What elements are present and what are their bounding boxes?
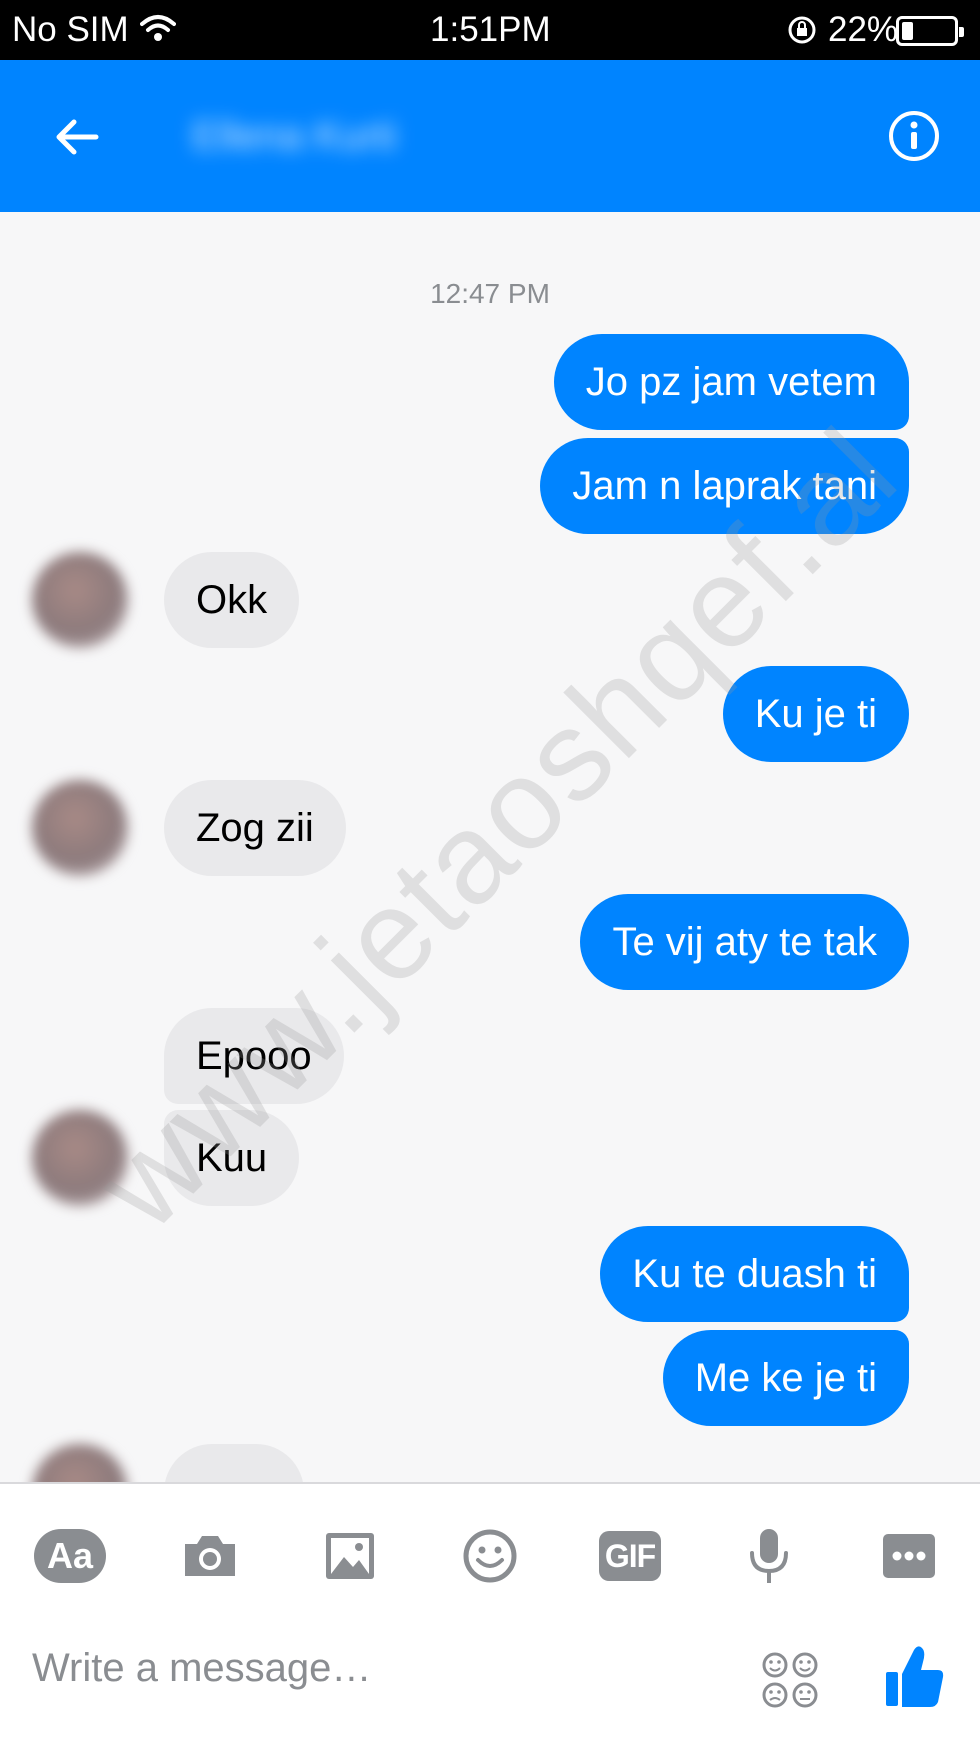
- clock: 1:51PM: [430, 10, 551, 49]
- incoming-message[interactable]: Okk: [164, 552, 300, 648]
- outgoing-message[interactable]: Jam n laprak tani: [540, 438, 909, 534]
- camera-icon: [185, 1536, 235, 1576]
- camera-button[interactable]: [174, 1526, 246, 1586]
- message-list[interactable]: 12:47 PM Jo pz jam vetem Jam n laprak ta…: [0, 212, 980, 1482]
- contact-avatar[interactable]: [32, 1444, 128, 1482]
- gallery-button[interactable]: [314, 1526, 386, 1586]
- wifi-icon: [140, 15, 176, 41]
- contact-avatar[interactable]: [32, 1110, 128, 1206]
- incoming-message[interactable]: Kuu: [164, 1110, 300, 1206]
- battery-percent: 22%: [828, 10, 899, 49]
- outgoing-message[interactable]: Te vij aty te tak: [580, 894, 909, 990]
- back-arrow-icon[interactable]: [50, 110, 104, 164]
- incoming-message[interactable]: Zog zii: [164, 780, 346, 876]
- emoji-button[interactable]: [454, 1526, 526, 1586]
- outgoing-message[interactable]: Jo pz jam vetem: [553, 334, 909, 430]
- image-icon: [326, 1533, 374, 1579]
- outgoing-message[interactable]: Ku je ti: [722, 666, 909, 762]
- battery-icon: [896, 16, 964, 46]
- smiley-icon: [463, 1529, 517, 1583]
- contact-avatar[interactable]: [32, 552, 128, 648]
- incoming-message[interactable]: Epooo: [164, 1008, 344, 1104]
- status-bar: No SIM 1:51PM 22%: [0, 0, 980, 60]
- contact-avatar[interactable]: [32, 780, 128, 876]
- conversation-header: Ellena Kurti: [0, 60, 980, 212]
- text-format-button[interactable]: Aa: [34, 1526, 106, 1586]
- contact-name[interactable]: Ellena Kurti: [192, 114, 397, 159]
- message-input[interactable]: [32, 1646, 692, 1691]
- rotation-lock-icon: [788, 16, 816, 44]
- gif-button[interactable]: GIF: [594, 1526, 666, 1586]
- outgoing-message[interactable]: Ku te duash ti: [600, 1226, 909, 1322]
- thumbs-up-icon[interactable]: [884, 1644, 946, 1710]
- battery-level: [902, 22, 913, 40]
- info-icon[interactable]: [887, 109, 941, 163]
- text-format-icon: Aa: [34, 1529, 106, 1583]
- message-timestamp: 12:47 PM: [430, 278, 550, 309]
- microphone-icon: [750, 1529, 788, 1583]
- emoji-grid-icon[interactable]: [760, 1650, 820, 1710]
- composer-toolbar: Aa GIF: [0, 1484, 980, 1742]
- carrier-label: No SIM: [12, 10, 129, 49]
- gif-icon: GIF: [599, 1531, 661, 1581]
- outgoing-message[interactable]: Me ke je ti: [662, 1330, 909, 1426]
- incoming-message-partial[interactable]: [164, 1444, 304, 1482]
- voice-button[interactable]: [733, 1526, 805, 1586]
- more-options-button[interactable]: [873, 1526, 945, 1586]
- more-icon: [883, 1534, 935, 1578]
